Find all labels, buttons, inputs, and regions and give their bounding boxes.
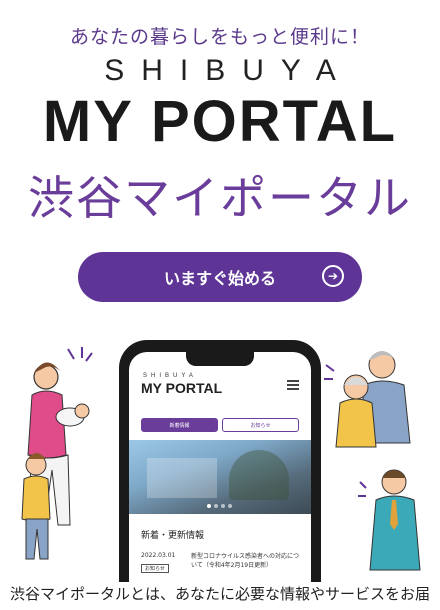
family-illustration [21,347,93,560]
start-now-button[interactable]: いますぐ始める ➔ [78,252,362,302]
hamburger-menu-icon[interactable] [287,380,299,390]
carousel-dots [207,504,232,508]
tab-new-info[interactable]: 新着情報 [141,418,218,432]
phone-mockup: SHIBUYA MY PORTAL 新着情報 お知らせ 新着・更新情報 2022… [119,340,321,610]
news-text[interactable]: 新型コロナウイルス感染者への対応について（令和4年2月19日更新） [191,552,299,570]
emphasis-lines [324,364,335,380]
screen-brand-small: SHIBUYA [143,373,197,379]
screen-brand-logo: MY PORTAL [141,380,223,396]
emphasis-lines [358,481,367,497]
screen-section-title: 新着・更新情報 [141,531,205,541]
brand-japanese-name: 渋谷マイポータル [28,171,412,225]
elderly-couple-illustration [324,351,411,448]
news-tag: お知らせ [141,564,169,573]
landing-page: あなたの暮らしをもっと便利に！ SHIBUYA MY PORTAL 渋谷マイポー… [0,0,440,610]
phone-notch [186,352,254,366]
arrow-circle-right-icon: ➔ [322,265,344,287]
emphasis-lines [67,347,93,362]
phone-screen: SHIBUYA MY PORTAL 新着情報 お知らせ 新着・更新情報 2022… [129,352,311,610]
tagline: あなたの暮らしをもっと便利に！ [69,26,370,48]
start-now-label: いますぐ始める [163,269,276,288]
tab-notices[interactable]: お知らせ [222,418,299,432]
brand-top-text: SHIBUYA [104,54,353,87]
news-date: 2022.03.01 [141,552,176,559]
businessman-illustration [358,469,421,571]
screen-banner-image[interactable] [129,440,311,514]
screen-tabs: 新着情報 お知らせ [141,418,299,432]
intro-caption: 渋谷マイポータルとは、あなたに必要な情報やサービスをお届 [0,582,440,610]
brand-main-logo: MY PORTAL [42,89,398,154]
